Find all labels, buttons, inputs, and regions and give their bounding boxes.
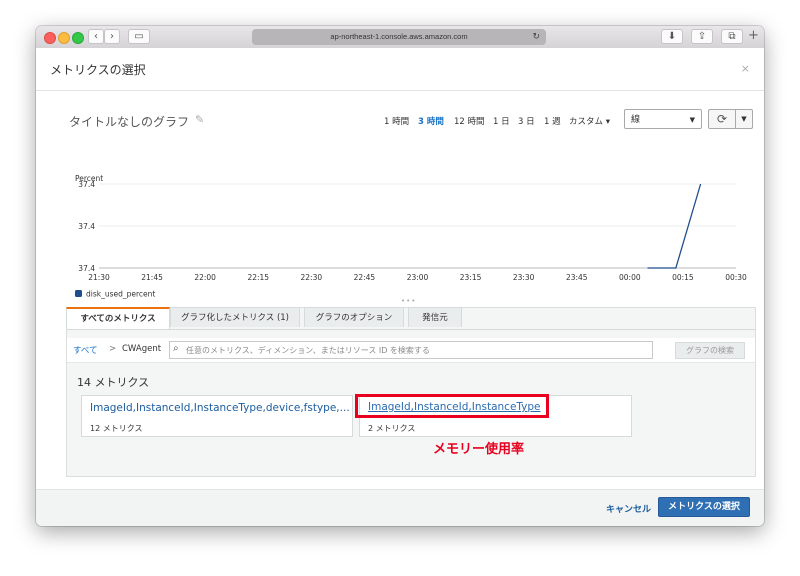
x-tick-label: 21:30 [88, 273, 110, 282]
namespace-card[interactable]: ImageId,InstanceId,InstanceType 2 メトリクス [355, 394, 632, 437]
time-range-1d[interactable]: 1 日 [493, 115, 510, 127]
x-tick-label: 22:45 [354, 273, 376, 282]
downloads-button[interactable]: ⬇ [661, 29, 683, 44]
caret-down-icon: ▼ [741, 115, 747, 123]
browser-titlebar: ‹ › ▭ ap-northeast-1.console.aws.amazon.… [36, 26, 764, 49]
breadcrumb: すべて > CWAgent ⌕ グラフの検索 [67, 338, 755, 363]
time-range-custom[interactable]: カスタム ▾ [569, 115, 610, 127]
address-bar[interactable]: ap-northeast-1.console.aws.amazon.com ↻ [252, 29, 546, 45]
tabs-icon: ⧉ [728, 31, 736, 42]
x-tick-label: 22:00 [194, 273, 216, 282]
x-tick-label: 22:15 [247, 273, 269, 282]
close-window-button[interactable] [44, 32, 56, 44]
close-icon[interactable]: × [741, 62, 750, 75]
namespace-metric-count: 12 メトリクス [90, 424, 143, 433]
tabs-overview-button[interactable]: ⧉ [721, 29, 743, 44]
refresh-dropdown-button[interactable]: ▼ [735, 109, 753, 129]
chevron-left-icon: ‹ [94, 31, 98, 42]
x-tick-label: 00:15 [672, 273, 694, 282]
graph-type-select[interactable]: 線 ▼ [624, 109, 702, 129]
tab-graphed-metrics[interactable]: グラフ化したメトリクス (1) [170, 307, 300, 327]
url-text: ap-northeast-1.console.aws.amazon.com [330, 32, 468, 41]
namespace-link[interactable]: ImageId,InstanceId,InstanceType [368, 401, 541, 413]
select-metrics-button[interactable]: メトリクスの選択 [658, 497, 750, 517]
tab-all-metrics[interactable]: すべてのメトリクス [66, 307, 170, 329]
back-button[interactable]: ‹ [88, 29, 104, 44]
time-range-1h[interactable]: 1 時間 [384, 115, 409, 127]
resize-handle-icon[interactable]: ••• [401, 297, 416, 305]
share-button[interactable]: ⇪ [691, 29, 713, 44]
forward-button[interactable]: › [104, 29, 120, 44]
legend-swatch [75, 290, 82, 297]
y-tick-label: 37.4 [78, 264, 95, 273]
breadcrumb-all[interactable]: すべて [73, 344, 98, 356]
modal-header: メトリクスの選択 × [36, 48, 764, 91]
modal-footer: キャンセル メトリクスの選択 [36, 489, 764, 526]
pencil-icon[interactable]: ✎ [195, 113, 204, 126]
metric-search[interactable]: ⌕ [169, 341, 653, 359]
breadcrumb-cwagent: CWAgent [122, 344, 162, 354]
modal-title: メトリクスの選択 [50, 63, 146, 77]
x-tick-label: 23:15 [460, 273, 482, 282]
reload-icon[interactable]: ↻ [532, 29, 540, 45]
breadcrumb-separator: > [109, 344, 117, 354]
x-tick-label: 00:30 [725, 273, 747, 282]
metrics-browser: すべてのメトリクス グラフ化したメトリクス (1) グラフのオプション 発信元 … [66, 307, 756, 477]
x-tick-label: 21:45 [141, 273, 163, 282]
minimize-window-button[interactable] [58, 32, 70, 44]
x-tick-label: 23:30 [513, 273, 535, 282]
metric-search-input[interactable] [186, 343, 646, 357]
time-range-12h[interactable]: 12 時間 [454, 115, 485, 127]
graph-title[interactable]: タイトルなしのグラフ [69, 113, 189, 130]
all-metrics-panel: すべて > CWAgent ⌕ グラフの検索 14 メトリクス ImageId,… [67, 329, 755, 476]
y-tick-label: 37.4 [78, 180, 95, 189]
sidebar-toggle-button[interactable]: ▭ [128, 29, 150, 44]
namespace-link[interactable]: ImageId,InstanceId,InstanceType,device,f… [90, 402, 350, 414]
y-tick-label: 37.4 [78, 222, 95, 231]
browser-window: ‹ › ▭ ap-northeast-1.console.aws.amazon.… [36, 26, 764, 526]
zoom-window-button[interactable] [72, 32, 84, 44]
download-icon: ⬇ [667, 31, 677, 42]
time-range-3d[interactable]: 3 日 [518, 115, 535, 127]
time-range-3h[interactable]: 3 時間 [418, 115, 444, 127]
tab-graph-options[interactable]: グラフのオプション [304, 307, 404, 327]
x-tick-label: 23:45 [566, 273, 588, 282]
chevron-right-icon: › [110, 31, 114, 42]
x-tick-label: 23:00 [407, 273, 429, 282]
refresh-icon: ⟳ [716, 112, 728, 126]
cancel-button[interactable]: キャンセル [606, 502, 651, 515]
namespace-metric-count: 2 メトリクス [368, 424, 416, 433]
line-chart: Percent37.437.437.421:30 21:45 22:00 22:15 2… [75, 174, 747, 299]
caret-down-icon: ▼ [689, 116, 695, 124]
modal-content: タイトルなしのグラフ ✎ 1 時間 3 時間 12 時間 1 日 3 日 1 週… [36, 91, 764, 489]
namespace-card[interactable]: ImageId,InstanceId,InstanceType,device,f… [81, 395, 353, 437]
metrics-count: 14 メトリクス [77, 376, 150, 389]
tab-source[interactable]: 発信元 [408, 307, 462, 327]
new-tab-icon[interactable]: + [748, 28, 759, 43]
x-tick-label: 00:00 [619, 273, 641, 282]
legend-label: disk_used_percent [86, 290, 155, 299]
refresh-button[interactable]: ⟳ [708, 109, 736, 129]
graph-search-button[interactable]: グラフの検索 [675, 342, 745, 359]
share-icon: ⇪ [697, 31, 707, 42]
annotation-label: メモリー使用率 [433, 442, 525, 457]
search-icon: ⌕ [173, 343, 179, 354]
x-tick-label: 22:30 [301, 273, 323, 282]
time-range-1w[interactable]: 1 週 [544, 115, 561, 127]
graph-type-value: 線 [631, 115, 641, 125]
sidebar-icon: ▭ [134, 31, 144, 42]
